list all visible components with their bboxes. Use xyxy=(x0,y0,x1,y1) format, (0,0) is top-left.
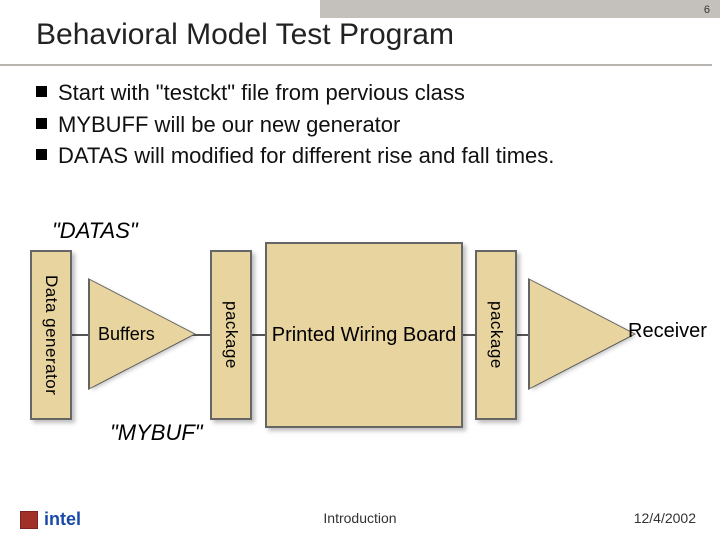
footer-title: Introduction xyxy=(0,510,720,526)
data-generator-label: Data generator xyxy=(41,275,61,395)
bullet-item: Start with "testckt" file from pervious … xyxy=(36,78,684,108)
package-label: package xyxy=(486,301,506,369)
package-label: package xyxy=(221,301,241,369)
datas-annotation: "DATAS" xyxy=(52,218,138,244)
bullet-item: MYBUFF will be our new generator xyxy=(36,110,684,140)
page-number: 6 xyxy=(704,4,710,16)
pwb-box: Printed Wiring Board xyxy=(265,242,463,428)
bullet-list: Start with "testckt" file from pervious … xyxy=(36,78,684,173)
block-diagram: Data generator Buffers package Printed W… xyxy=(30,250,700,420)
receiver-block xyxy=(530,280,638,388)
bullet-item: DATAS will modified for different rise a… xyxy=(36,141,684,171)
title-rule xyxy=(0,64,712,66)
buffers-label: Buffers xyxy=(98,324,155,345)
mybuf-annotation: "MYBUF" xyxy=(110,420,203,446)
footer-date: 12/4/2002 xyxy=(634,510,696,526)
data-generator-box: Data generator xyxy=(30,250,72,420)
triangle-icon xyxy=(530,280,634,388)
package-box-right: package xyxy=(475,250,517,420)
buffers-block: Buffers xyxy=(90,280,198,388)
slide-title: Behavioral Model Test Program xyxy=(36,18,454,52)
pwb-label: Printed Wiring Board xyxy=(272,324,457,347)
receiver-label: Receiver xyxy=(628,320,707,343)
package-box-left: package xyxy=(210,250,252,420)
slide-top-bar xyxy=(320,0,720,18)
